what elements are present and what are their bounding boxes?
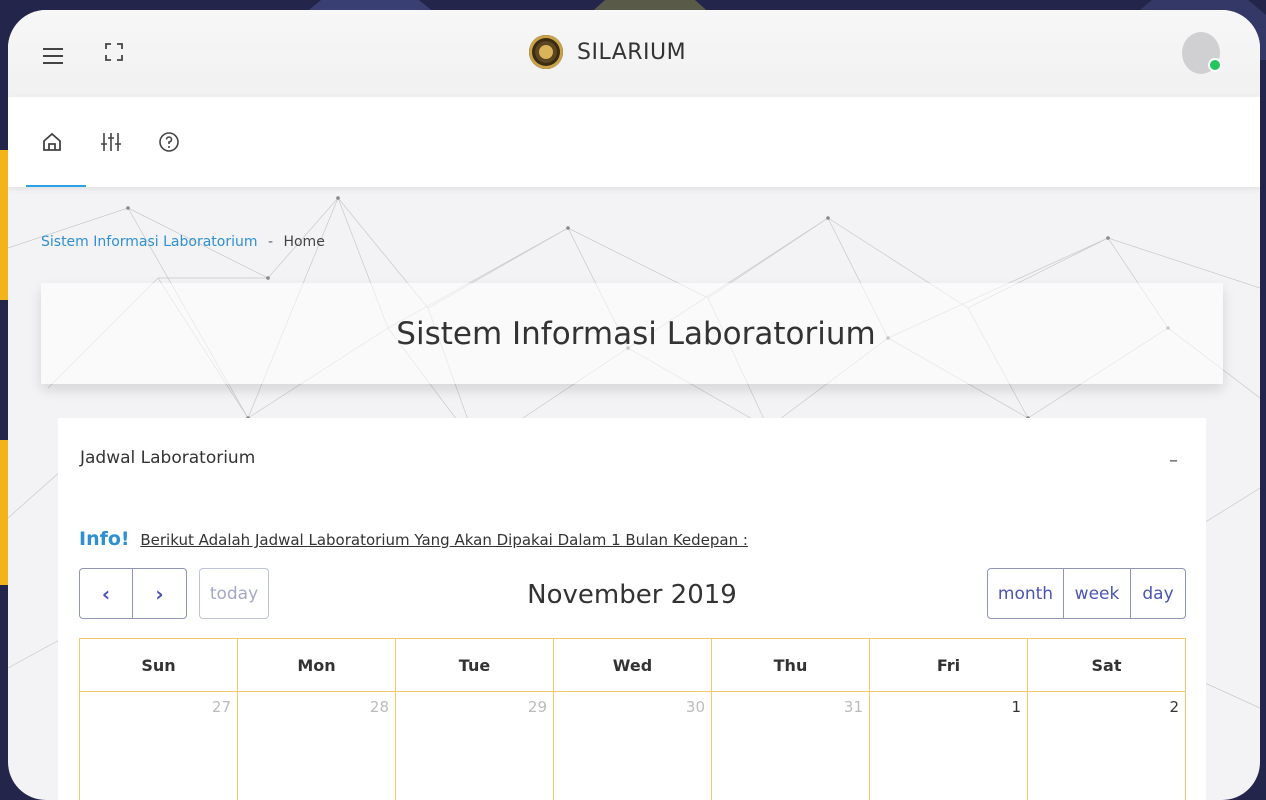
weekday-header-row: Sun Mon Tue Wed Thu Fri Sat bbox=[80, 639, 1186, 692]
decor-bar bbox=[0, 440, 8, 585]
calendar-day-cell[interactable]: 31 bbox=[712, 692, 870, 800]
collapse-button[interactable]: – bbox=[1169, 450, 1178, 471]
weekday-header: Mon bbox=[238, 639, 396, 692]
sliders-icon[interactable] bbox=[99, 130, 123, 154]
calendar-day-cell[interactable]: 1 bbox=[870, 692, 1028, 800]
user-avatar[interactable] bbox=[1182, 32, 1220, 74]
page-title-card: Sistem Informasi Laboratorium bbox=[41, 283, 1223, 384]
breadcrumb-current: Home bbox=[283, 234, 324, 250]
calendar-day-cell[interactable]: 30 bbox=[554, 692, 712, 800]
fullscreen-icon[interactable] bbox=[104, 42, 124, 62]
calendar-grid: Sun Mon Tue Wed Thu Fri Sat 27 28 29 30 … bbox=[79, 638, 1186, 800]
view-month-button[interactable]: month bbox=[987, 568, 1064, 619]
breadcrumb-separator: - bbox=[268, 234, 273, 250]
weekday-header: Sat bbox=[1028, 639, 1186, 692]
breadcrumb: Sistem Informasi Laboratorium - Home bbox=[41, 234, 325, 250]
decor-bar bbox=[0, 150, 8, 300]
brand[interactable]: SILARIUM bbox=[529, 32, 686, 72]
app-screen: SILARIUM Sistem Informasi Laboratorium -… bbox=[8, 10, 1260, 800]
home-icon[interactable] bbox=[40, 130, 64, 154]
info-label: Info! bbox=[79, 528, 130, 550]
calendar-view-group: month week day bbox=[987, 568, 1186, 619]
calendar-day-cell[interactable]: 2 bbox=[1028, 692, 1186, 800]
view-week-button[interactable]: week bbox=[1064, 568, 1131, 619]
weekday-header: Sun bbox=[80, 639, 238, 692]
active-tab-indicator bbox=[26, 185, 86, 187]
weekday-header: Fri bbox=[870, 639, 1028, 692]
calendar-day-cell[interactable]: 27 bbox=[80, 692, 238, 800]
card-title: Jadwal Laboratorium bbox=[80, 448, 255, 468]
top-navbar: SILARIUM bbox=[8, 10, 1260, 97]
weekday-header: Wed bbox=[554, 639, 712, 692]
calendar-day-cell[interactable]: 28 bbox=[238, 692, 396, 800]
info-text: Berikut Adalah Jadwal Laboratorium Yang … bbox=[140, 531, 748, 549]
info-message: Info! Berikut Adalah Jadwal Laboratorium… bbox=[79, 528, 748, 550]
page-title: Sistem Informasi Laboratorium bbox=[388, 316, 875, 352]
help-icon[interactable] bbox=[157, 130, 181, 154]
calendar-day-cell[interactable]: 29 bbox=[396, 692, 554, 800]
icon-menu-bar bbox=[8, 97, 1260, 187]
view-day-button[interactable]: day bbox=[1131, 568, 1186, 619]
weekday-header: Tue bbox=[396, 639, 554, 692]
brand-name: SILARIUM bbox=[577, 40, 686, 65]
breadcrumb-link-root[interactable]: Sistem Informasi Laboratorium bbox=[41, 234, 258, 250]
hamburger-icon[interactable] bbox=[43, 48, 63, 64]
calendar-week-row: 27 28 29 30 31 1 2 bbox=[80, 692, 1186, 800]
weekday-header: Thu bbox=[712, 639, 870, 692]
schedule-card: Jadwal Laboratorium – Info! Berikut Adal… bbox=[58, 418, 1206, 800]
brand-logo-icon bbox=[529, 35, 563, 69]
online-status-indicator bbox=[1208, 58, 1222, 72]
